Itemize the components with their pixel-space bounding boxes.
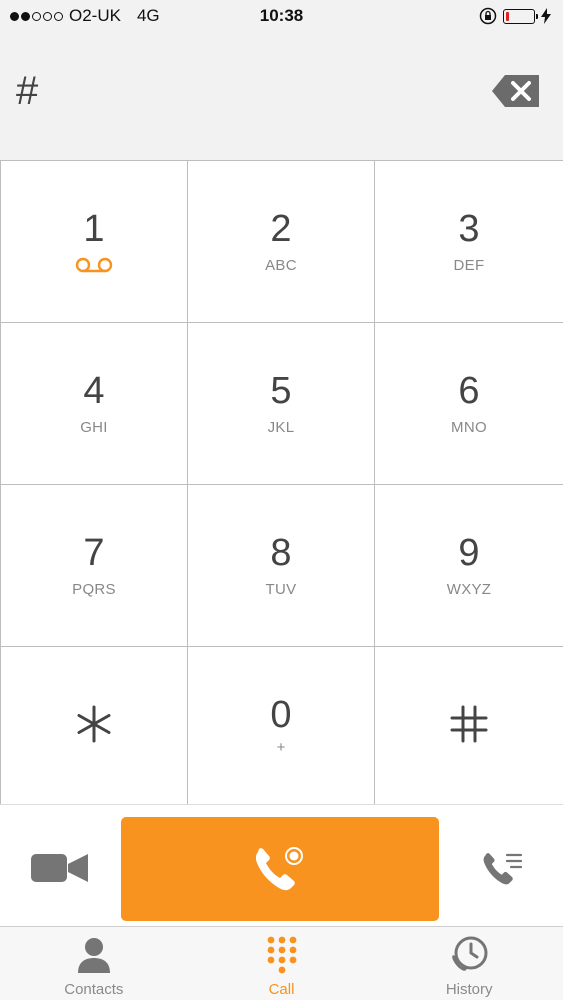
- key-digit: 7: [83, 532, 105, 574]
- video-camera-icon[interactable]: [30, 850, 90, 886]
- key-letters: GHI: [80, 419, 108, 436]
- key-digit: 1: [83, 208, 105, 250]
- key-hash[interactable]: [375, 647, 563, 804]
- key-letters: JKL: [267, 419, 295, 436]
- key-digit: 9: [458, 532, 480, 574]
- key-6[interactable]: 6 MNO: [375, 323, 563, 485]
- call-button[interactable]: [121, 817, 439, 921]
- hash-icon: [450, 705, 488, 743]
- asterisk-icon: [77, 705, 111, 743]
- dialed-number: #: [16, 68, 39, 113]
- key-plus: +: [276, 739, 286, 756]
- key-3[interactable]: 3 DEF: [375, 160, 563, 323]
- signal-strength-icon: [10, 11, 63, 21]
- voicemail-icon: [75, 257, 113, 273]
- key-digit: 0: [270, 694, 292, 736]
- dialpad-icon: [267, 936, 296, 974]
- battery-level: [506, 11, 509, 21]
- key-star[interactable]: [0, 647, 188, 804]
- orientation-lock-icon: [479, 7, 497, 25]
- carrier-name: O2-UK: [69, 6, 121, 25]
- call-list-icon[interactable]: [481, 851, 523, 893]
- status-right: [479, 7, 551, 25]
- key-5[interactable]: 5 JKL: [188, 323, 375, 485]
- dial-keypad: 1 2 ABC 3 DEF 4 GHI 5 JKL 6 MNO 7 PQRS 8…: [0, 160, 563, 804]
- action-bar: [0, 804, 563, 926]
- tab-history[interactable]: History: [375, 927, 563, 1000]
- key-digit: 8: [270, 532, 292, 574]
- key-digit: 2: [270, 208, 292, 250]
- key-letters: PQRS: [72, 581, 116, 598]
- key-letters: DEF: [453, 257, 485, 274]
- history-icon: [452, 936, 488, 971]
- key-letters: TUV: [265, 581, 297, 598]
- key-8[interactable]: 8 TUV: [188, 485, 375, 647]
- key-letters: WXYZ: [446, 581, 492, 598]
- key-digit: 6: [458, 370, 480, 412]
- charging-bolt-icon: [541, 8, 551, 24]
- tab-label: Call: [268, 981, 295, 998]
- status-bar: O2-UK 4G 10:38: [0, 0, 563, 32]
- network-type: 4G: [136, 6, 160, 25]
- key-7[interactable]: 7 PQRS: [0, 485, 188, 647]
- tab-label: History: [445, 981, 493, 998]
- key-digit: 4: [83, 370, 105, 412]
- key-1[interactable]: 1: [0, 160, 188, 323]
- key-digit: 5: [270, 370, 292, 412]
- key-9[interactable]: 9 WXYZ: [375, 485, 563, 647]
- tab-contacts[interactable]: Contacts: [0, 927, 188, 1000]
- tab-bar: Contacts Call History: [0, 926, 563, 1000]
- tab-label: Contacts: [64, 981, 124, 998]
- key-2[interactable]: 2 ABC: [188, 160, 375, 323]
- phone-call-icon: [255, 847, 303, 891]
- key-letters: MNO: [451, 419, 487, 436]
- key-digit: 3: [458, 208, 480, 250]
- key-letters: ABC: [265, 257, 297, 274]
- key-0[interactable]: 0 +: [188, 647, 375, 804]
- battery-icon: [503, 8, 538, 24]
- backspace-icon[interactable]: [491, 73, 541, 109]
- key-4[interactable]: 4 GHI: [0, 323, 188, 485]
- status-left: O2-UK 4G: [10, 6, 160, 26]
- number-entry: #: [0, 32, 563, 160]
- contacts-icon: [77, 938, 110, 973]
- tab-call[interactable]: Call: [188, 927, 376, 1000]
